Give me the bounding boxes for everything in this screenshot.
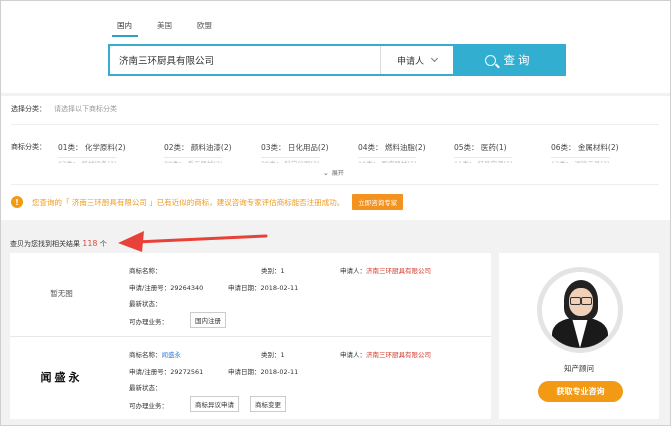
results-prefix: 查贝为您找到相关结果 xyxy=(10,240,80,248)
category-08[interactable]: 08类： 手工器械(2) xyxy=(164,157,223,163)
similar-mark-notice: ! 您查询的「 济南三环厨具有限公司 」已有近似的商标，建议咨询专家评估商标能否… xyxy=(11,194,404,210)
reg-no-field: 申请/注册号：29272561 xyxy=(129,368,204,376)
name-field: 商标名称：闻盛永 xyxy=(129,351,181,359)
no-image-text: 暂无图 xyxy=(50,288,73,298)
choose-category: 选择分类： 请选择以下商标分类 xyxy=(11,104,117,114)
avatar xyxy=(537,267,623,353)
tab-usa[interactable]: 美国 xyxy=(157,20,172,31)
category-07[interactable]: 07类： 机械设备(2) xyxy=(58,157,117,163)
service-tag[interactable]: 国内注册 xyxy=(190,312,226,328)
category-09[interactable]: 09类： 科学仪器(2) xyxy=(261,157,320,163)
category-06[interactable]: 06类： 金属材料(2) xyxy=(551,142,619,153)
service-tag[interactable]: 商标异议申请 xyxy=(190,396,239,412)
chevron-down-icon xyxy=(430,54,439,63)
results-count: 查贝为您找到相关结果 118 个 xyxy=(10,239,107,249)
category-03[interactable]: 03类： 日化用品(2) xyxy=(261,142,329,153)
expand-label: 展开 xyxy=(331,170,344,177)
services-label: 可办理业务： xyxy=(129,402,168,410)
choose-hint: 请选择以下商标分类 xyxy=(54,105,117,113)
apply-date-field: 申请日期：2018-02-11 xyxy=(228,368,299,376)
search-type-value: 申请人 xyxy=(396,56,424,67)
class-field: 类别：1 xyxy=(261,351,285,359)
tab-eu[interactable]: 欧盟 xyxy=(197,20,212,31)
trademark-thumbnail: 暂无图 xyxy=(10,253,113,333)
service-tag[interactable]: 商标变更 xyxy=(250,396,286,412)
category-11[interactable]: 11类： 灯具空调(2) xyxy=(454,157,513,163)
trademark-thumbnail: 闻盛永 xyxy=(10,337,113,417)
results-number: 118 xyxy=(82,239,98,248)
search-button-label: 查询 xyxy=(503,53,533,67)
advisor-title: 知产顾问 xyxy=(564,364,594,373)
get-consultation-button[interactable]: 获取专业咨询 xyxy=(538,381,623,402)
warning-icon: ! xyxy=(11,196,23,208)
category-04[interactable]: 04类： 燃料油脂(2) xyxy=(358,142,426,153)
divider xyxy=(11,124,659,125)
notice-text: 您查询的「 济南三环厨具有限公司 」已有近似的商标，建议咨询专家评估商标能否注册… xyxy=(32,197,345,207)
category-12[interactable]: 12类： 运输工具(2) xyxy=(551,157,610,163)
class-field: 类别：1 xyxy=(261,267,285,275)
status-field: 最新状态： xyxy=(129,384,162,392)
search-input[interactable] xyxy=(110,46,380,74)
search-button[interactable]: 查询 xyxy=(453,46,564,74)
filter-panel: 选择分类： 请选择以下商标分类 商标分类： 01类： 化学原料(2) 02类： 颜… xyxy=(1,96,670,220)
trademark-image: 闻盛永 xyxy=(40,371,83,384)
expand-button[interactable]: ⌄ 展开 xyxy=(323,168,344,177)
active-tab-indicator xyxy=(112,35,138,37)
category-02[interactable]: 02类： 颜料油漆(2) xyxy=(164,142,232,153)
result-list: 暂无图 商标名称： 类别：1 申请人：济南三环厨具有限公司 申请/注册号：292… xyxy=(10,253,491,419)
list-item[interactable]: 暂无图 商标名称： 类别：1 申请人：济南三环厨具有限公司 申请/注册号：292… xyxy=(10,253,491,333)
apply-date-field: 申请日期：2018-02-11 xyxy=(228,284,299,292)
advisor-photo xyxy=(542,272,618,348)
tab-domestic[interactable]: 国内 xyxy=(117,20,132,31)
consult-expert-button[interactable]: 立即咨询专家 xyxy=(352,194,404,210)
red-arrow-annotation xyxy=(118,231,268,252)
applicant-field: 申请人：济南三环厨具有限公司 xyxy=(340,351,431,359)
advisor-panel: 知产顾问 获取专业咨询 xyxy=(499,253,659,419)
divider xyxy=(11,184,659,185)
category-10[interactable]: 10类： 医疗器械(2) xyxy=(358,157,417,163)
list-item[interactable]: 闻盛永 商标名称：闻盛永 类别：1 申请人：济南三环厨具有限公司 申请/注册号：… xyxy=(10,336,491,416)
category-01[interactable]: 01类： 化学原料(2) xyxy=(58,142,126,153)
name-field: 商标名称： xyxy=(129,267,162,275)
search-panel: 国内 美国 欧盟 申请人 查询 xyxy=(1,1,670,93)
choose-label: 选择分类： xyxy=(11,105,46,113)
results-suffix: 个 xyxy=(99,240,107,248)
status-field: 最新状态： xyxy=(129,300,162,308)
search-icon xyxy=(484,54,496,66)
category-label: 商标分类： xyxy=(11,143,46,151)
region-tabs: 国内 美国 欧盟 xyxy=(117,20,237,31)
double-chevron-down-icon: ⌄ xyxy=(323,169,329,177)
search-type-select[interactable]: 申请人 xyxy=(381,46,453,74)
search-box: 申请人 查询 xyxy=(108,44,566,76)
applicant-field: 申请人：济南三环厨具有限公司 xyxy=(340,267,431,275)
category-05[interactable]: 05类： 医药(1) xyxy=(454,142,507,153)
services-label: 可办理业务： xyxy=(129,318,168,326)
reg-no-field: 申请/注册号：29264340 xyxy=(129,284,204,292)
